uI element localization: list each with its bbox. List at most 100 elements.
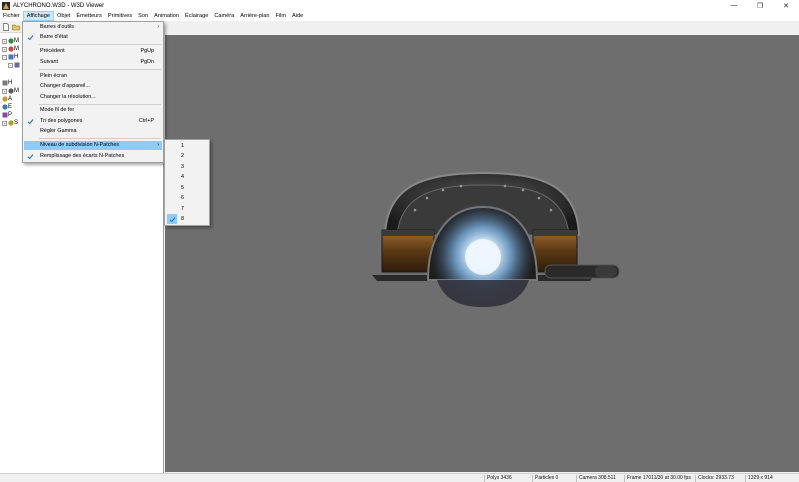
tree-label: S — [14, 120, 19, 126]
menu-separator — [39, 104, 161, 105]
status-camera: Camera 308.511 — [576, 475, 624, 482]
menu-son[interactable]: Son — [135, 11, 151, 21]
tree-row[interactable]: + M — [2, 87, 19, 95]
app-logo-icon — [2, 1, 10, 10]
tree-expander[interactable]: − — [8, 62, 13, 68]
menu-shortcut: Ctrl+P — [138, 118, 154, 124]
rendered-model — [372, 171, 620, 307]
menu-bar: Fichier Affichage Objet Émetteurs Primit… — [0, 11, 799, 21]
maximize-button[interactable]: ❐ — [747, 0, 773, 11]
status-polys: Polys 3436 — [484, 475, 532, 482]
menu-affichage[interactable]: Affichage — [22, 11, 55, 21]
menu-animation[interactable]: Animation — [151, 11, 182, 21]
menu-arriere-plan[interactable]: Arrière-plan — [237, 11, 272, 21]
tree-label: M — [14, 88, 19, 94]
tree-row[interactable]: + S — [2, 119, 18, 127]
tree-row[interactable]: + M — [2, 37, 19, 45]
menu-item-changer-resolution[interactable]: Changer la résolution... — [24, 93, 162, 102]
menu-aide[interactable]: Aide — [289, 11, 306, 21]
status-clocks: Clocks: 2933.73 — [695, 475, 745, 482]
tree-row[interactable]: H — [2, 79, 12, 87]
status-particles: Particles 0 — [532, 475, 576, 482]
checkmark-icon — [27, 35, 34, 41]
menu-item-label: Barres d'outils — [40, 24, 74, 30]
close-button[interactable]: ✕ — [773, 0, 799, 11]
tree-expander[interactable]: + — [2, 38, 7, 44]
menu-separator — [39, 69, 161, 70]
menu-item-remplissage-ecarts[interactable]: Remplissage des écarts N-Patches — [24, 152, 162, 161]
submenu-arrow-icon: › — [157, 24, 159, 30]
tree-label: M — [14, 38, 19, 44]
tree-row[interactable]: − H — [2, 53, 18, 61]
menu-objet[interactable]: Objet — [54, 11, 73, 21]
menu-item-mode-fil-de-fer[interactable]: Mode fil de fer — [24, 106, 162, 115]
menu-item-label: Changer d'appareil... — [40, 83, 90, 89]
menu-eclairage[interactable]: Éclairage — [182, 11, 211, 21]
subdivision-option-3[interactable]: 3 — [166, 162, 208, 172]
tree-expander[interactable]: + — [2, 88, 7, 94]
submenu-arrow-icon: › — [157, 142, 159, 148]
subdivision-submenu: 1 2 3 4 5 6 7 8 — [164, 139, 210, 226]
tree-expander[interactable]: − — [2, 54, 7, 60]
hierarchy-icon — [14, 62, 20, 68]
menu-item-label: Remplissage des écarts N-Patches — [40, 153, 125, 159]
menu-emetteurs[interactable]: Émetteurs — [73, 11, 105, 21]
3d-viewport[interactable] — [165, 35, 799, 472]
menu-camera[interactable]: Caméra — [211, 11, 237, 21]
menu-shortcut: PgDn — [140, 59, 155, 65]
checkmark-icon — [27, 119, 34, 125]
tree-row[interactable]: P — [2, 111, 12, 119]
window-controls: — ❐ ✕ — [721, 0, 799, 11]
subdivision-option-2[interactable]: 2 — [166, 151, 208, 161]
menu-fichier[interactable]: Fichier — [0, 11, 23, 21]
status-resolution: 1329 x 914 — [745, 475, 797, 482]
menu-item-plein-ecran[interactable]: Plein écran — [24, 72, 162, 81]
title-bar: ALYCHRONO.W3D - W3D Viewer — ❐ ✕ — [0, 0, 799, 11]
tree-expander[interactable]: + — [2, 120, 7, 126]
menu-item-changer-appareil[interactable]: Changer d'appareil... — [24, 82, 162, 91]
subdivision-option-7[interactable]: 7 — [166, 204, 208, 214]
tree-row[interactable]: A — [2, 95, 12, 103]
menu-item-label: Précédent — [40, 48, 65, 54]
checkmark-icon — [167, 214, 177, 224]
subdivision-option-1[interactable]: 1 — [166, 141, 208, 151]
tree-label: A — [8, 96, 13, 102]
affichage-menu: Barres d'outils › Barre d'état Précédent… — [22, 21, 164, 163]
menu-item-label: Barre d'état — [40, 34, 68, 40]
tree-label: M — [14, 46, 19, 52]
checkmark-icon — [27, 154, 34, 160]
menu-item-barre-etat[interactable]: Barre d'état — [24, 33, 162, 42]
open-folder-icon[interactable] — [12, 23, 20, 31]
menu-item-barres-outils[interactable]: Barres d'outils › — [24, 23, 162, 32]
tree-row[interactable]: E — [2, 103, 12, 111]
menu-film[interactable]: Film — [272, 11, 289, 21]
menu-item-precedent[interactable]: Précédent PgUp — [24, 47, 162, 56]
subdivision-option-4[interactable]: 4 — [166, 172, 208, 182]
menu-item-regler-gamma[interactable]: Régler Gamma — [24, 127, 162, 136]
menu-item-label: Suivant — [40, 59, 58, 65]
window-title: ALYCHRONO.W3D - W3D Viewer — [13, 2, 105, 9]
menu-item-tri-polygones[interactable]: Tri des polygones Ctrl+P — [24, 117, 162, 126]
menu-item-label: Régler Gamma — [40, 128, 77, 134]
subdivision-option-6[interactable]: 6 — [166, 193, 208, 203]
menu-item-label: Plein écran — [40, 73, 67, 79]
menu-separator — [39, 138, 161, 139]
subdivision-option-label: 8 — [181, 216, 184, 222]
subdivision-option-8[interactable]: 8 — [166, 214, 208, 224]
subdivision-option-5[interactable]: 5 — [166, 183, 208, 193]
minimize-button[interactable]: — — [721, 0, 747, 11]
tree-expander[interactable]: + — [2, 46, 7, 52]
tree-row[interactable]: + M — [2, 45, 19, 53]
menu-item-niveau-subdivision[interactable]: Niveau de subdivision N-Patches › — [24, 141, 162, 150]
menu-separator — [39, 44, 161, 45]
menu-shortcut: PgUp — [140, 48, 155, 54]
menu-primitives[interactable]: Primitives — [105, 11, 135, 21]
tree-label: E — [8, 104, 13, 110]
status-frame: Frame 17011/30 at 30.00 fps — [624, 475, 696, 482]
menu-item-suivant[interactable]: Suivant PgDn — [24, 58, 162, 67]
menu-item-label: Changer la résolution... — [40, 94, 96, 100]
tree-row[interactable]: − — [8, 61, 20, 69]
tree-label: H — [8, 80, 13, 86]
new-file-icon[interactable] — [2, 22, 10, 31]
tree-label: H — [14, 54, 19, 60]
